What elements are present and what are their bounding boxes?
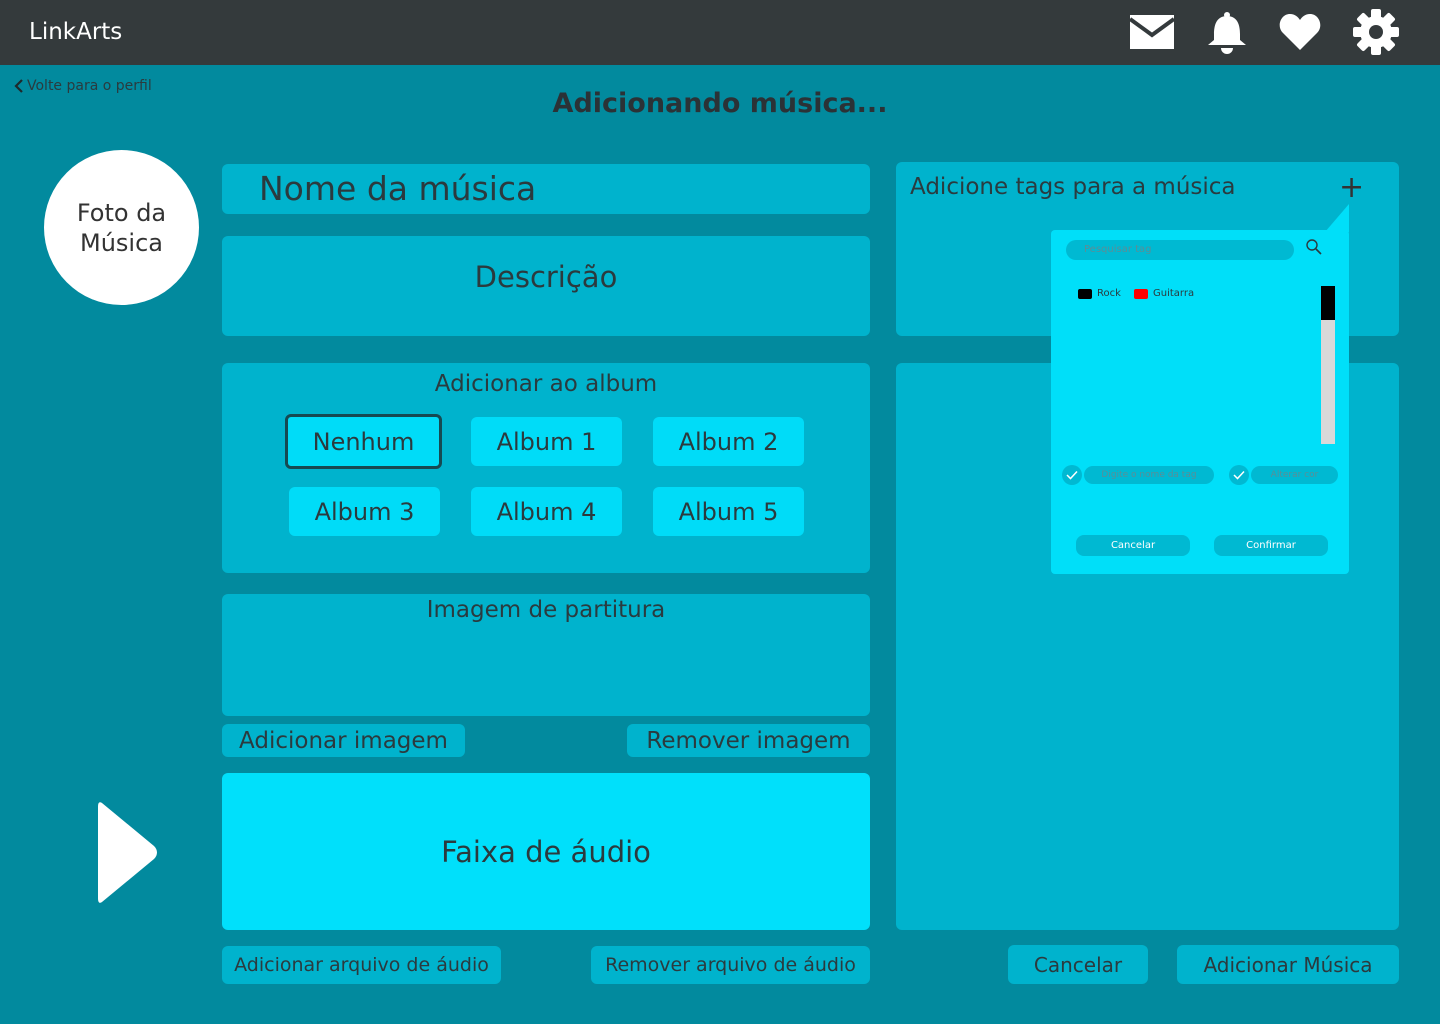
song-name-input[interactable]: Nome da música xyxy=(222,164,870,214)
add-music-button[interactable]: Adicionar Música xyxy=(1177,945,1399,984)
tag-item-rock[interactable]: Rock xyxy=(1078,288,1121,299)
album-option-2[interactable]: Album 2 xyxy=(653,417,804,466)
sheet-music-title: Imagem de partitura xyxy=(426,597,666,623)
app-title[interactable]: LinkArts xyxy=(29,19,122,45)
album-option-3[interactable]: Album 3 xyxy=(289,487,440,536)
sheet-music-image-area[interactable]: Imagem de partitura xyxy=(222,594,870,716)
tag-label: Guitarra xyxy=(1153,288,1195,299)
remove-image-button[interactable]: Remover imagem xyxy=(627,724,870,757)
tag-color-input[interactable]: Alterar cor xyxy=(1251,466,1338,484)
check-icon[interactable] xyxy=(1062,465,1082,485)
cancel-button[interactable]: Cancelar xyxy=(1008,945,1148,984)
album-section-title: Adicionar ao album xyxy=(434,371,658,397)
remove-audio-button[interactable]: Remover arquivo de áudio xyxy=(591,946,870,984)
page-title: Adicionando música... xyxy=(552,88,888,119)
tag-search-input[interactable]: Pesquisar tag xyxy=(1066,240,1294,260)
check-icon[interactable] xyxy=(1229,465,1249,485)
popup-cancel-button[interactable]: Cancelar xyxy=(1076,535,1190,556)
top-bar: LinkArts xyxy=(0,0,1440,65)
mail-icon[interactable] xyxy=(1128,8,1176,56)
tag-color-swatch xyxy=(1134,288,1148,299)
audio-track-area[interactable]: Faixa de áudio xyxy=(222,773,870,930)
gear-icon[interactable] xyxy=(1352,8,1400,56)
play-icon[interactable] xyxy=(90,795,170,910)
album-option-none[interactable]: Nenhum xyxy=(285,414,442,469)
tag-name-input[interactable]: Digite o nome da tag xyxy=(1084,466,1214,484)
scrollbar-thumb[interactable] xyxy=(1321,286,1335,320)
tag-item-guitarra[interactable]: Guitarra xyxy=(1134,288,1194,299)
description-input[interactable]: Descrição xyxy=(222,236,870,336)
album-option-1[interactable]: Album 1 xyxy=(471,417,622,466)
album-option-4[interactable]: Album 4 xyxy=(471,487,622,536)
tag-popup: Pesquisar tag Rock Guitarra Digite o nom… xyxy=(1051,230,1349,574)
search-icon[interactable] xyxy=(1305,238,1323,260)
popup-confirm-button[interactable]: Confirmar xyxy=(1214,535,1328,556)
tag-label: Rock xyxy=(1097,288,1121,299)
tags-section-title: Adicione tags para a música xyxy=(910,174,1236,200)
popup-pointer xyxy=(1325,204,1349,232)
song-photo-upload[interactable]: Foto da Música xyxy=(44,150,199,305)
add-tag-button[interactable]: + xyxy=(1339,170,1364,205)
tag-color-swatch xyxy=(1078,288,1092,299)
bell-icon[interactable] xyxy=(1203,8,1251,56)
heart-icon[interactable] xyxy=(1276,8,1324,56)
album-section: Adicionar ao album Nenhum Album 1 Album … xyxy=(222,363,870,573)
album-option-5[interactable]: Album 5 xyxy=(653,487,804,536)
add-audio-button[interactable]: Adicionar arquivo de áudio xyxy=(222,946,501,984)
add-image-button[interactable]: Adicionar imagem xyxy=(222,724,465,757)
